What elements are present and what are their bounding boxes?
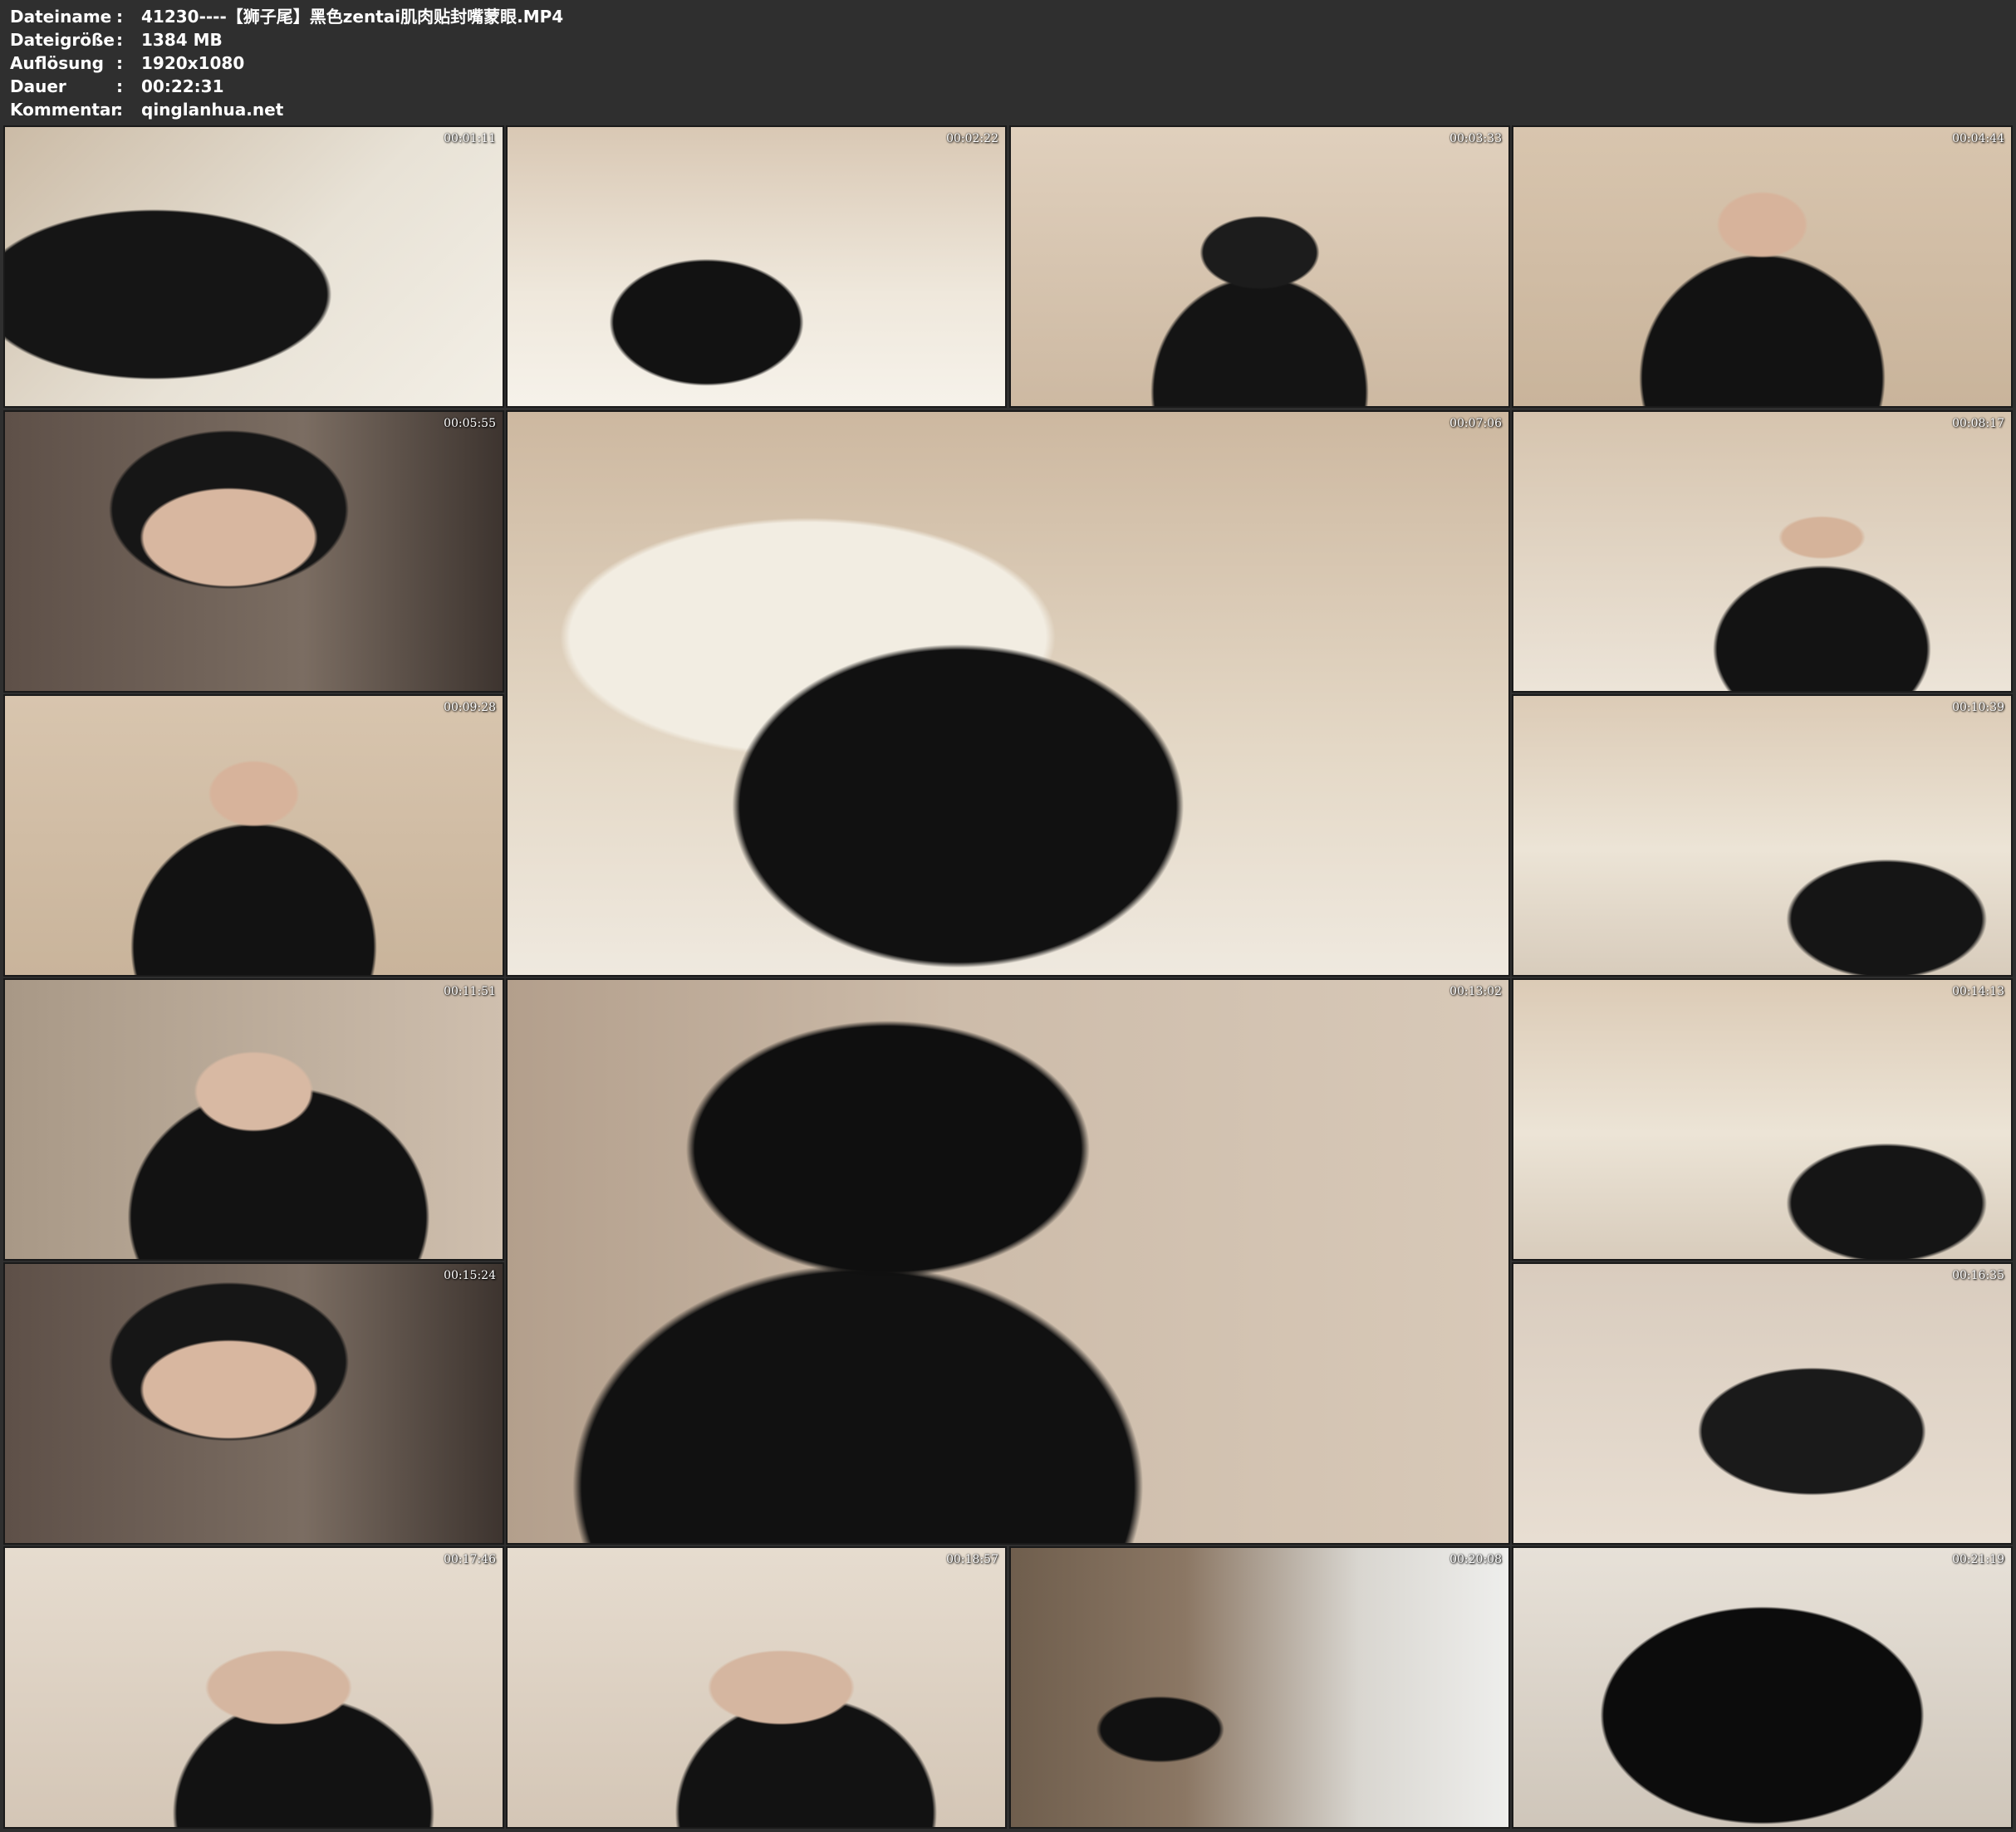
video-thumbnail: 00:14:13 (1513, 980, 2011, 1259)
video-thumbnail: 00:08:17 (1513, 412, 2011, 691)
thumbnail-image (508, 1548, 1005, 1827)
info-row-duration: Dauer:00:22:31 (10, 75, 224, 98)
info-value: 1920x1080 (141, 53, 245, 73)
video-thumbnail: 00:13:02 (508, 980, 1508, 1543)
video-thumbnail: 00:15:24 (5, 1264, 503, 1543)
video-thumbnail: 00:17:46 (5, 1548, 503, 1827)
info-separator: : (116, 7, 123, 27)
thumbnail-timestamp: 00:01:11 (444, 132, 496, 145)
info-row-filesize: Dateigröße:1384 MB (10, 28, 223, 51)
thumbnail-timestamp: 00:08:17 (1952, 417, 2004, 430)
video-thumbnail: 00:09:28 (5, 696, 503, 975)
thumbnail-timestamp: 00:04:44 (1952, 132, 2004, 145)
info-value: qinglanhua.net (141, 100, 284, 120)
thumbnail-timestamp: 00:10:39 (1952, 701, 2004, 714)
thumbnail-image (1011, 1548, 1508, 1827)
info-key: Dateigröße (10, 30, 115, 50)
thumbnail-timestamp: 00:20:08 (1449, 1553, 1502, 1566)
thumbnail-image (5, 412, 503, 691)
info-key: Auflösung (10, 53, 104, 73)
file-info-header: Dateiname:41230----【狮子尾】黑色zentai肌肉贴封嘴蒙眼.… (0, 0, 2016, 125)
thumbnail-image (1513, 1264, 2011, 1543)
info-separator: : (116, 76, 123, 96)
info-value: 00:22:31 (141, 76, 224, 96)
info-separator: : (116, 100, 123, 120)
video-thumbnail: 00:21:19 (1513, 1548, 2011, 1827)
thumbnail-timestamp: 00:16:35 (1952, 1269, 2004, 1282)
thumbnail-timestamp: 00:09:28 (444, 701, 496, 714)
info-value: 1384 MB (141, 30, 223, 50)
thumbnail-timestamp: 00:07:06 (1449, 417, 1502, 430)
thumbnail-image (5, 1264, 503, 1543)
info-row-comment: Kommentar: qinglanhua.net (10, 98, 283, 121)
thumbnail-image (508, 412, 1508, 975)
thumbnail-timestamp: 00:14:13 (1952, 985, 2004, 998)
info-row-filename: Dateiname:41230----【狮子尾】黑色zentai肌肉贴封嘴蒙眼.… (10, 5, 563, 28)
info-separator: : (116, 53, 123, 73)
thumbnail-image (5, 980, 503, 1259)
thumbnail-timestamp: 00:15:24 (444, 1269, 496, 1282)
thumbnail-image (1513, 980, 2011, 1259)
thumbnail-image (5, 696, 503, 975)
video-thumbnail: 00:16:35 (1513, 1264, 2011, 1543)
info-separator: : (116, 30, 123, 50)
thumbnail-timestamp: 00:02:22 (946, 132, 998, 145)
thumbnail-timestamp: 00:17:46 (444, 1553, 496, 1566)
info-row-resolution: Auflösung:1920x1080 (10, 51, 244, 75)
video-thumbnail: 00:18:57 (508, 1548, 1005, 1827)
thumbnail-timestamp: 00:21:19 (1952, 1553, 2004, 1566)
video-thumbnail: 00:02:22 (508, 127, 1005, 406)
thumbnail-image (5, 127, 503, 406)
video-thumbnail: 00:20:08 (1011, 1548, 1508, 1827)
video-thumbnail: 00:04:44 (1513, 127, 2011, 406)
thumbnail-image (1513, 1548, 2011, 1827)
video-thumbnail: 00:05:55 (5, 412, 503, 691)
thumbnail-image (1011, 127, 1508, 406)
thumbnail-image (1513, 412, 2011, 691)
thumbnail-timestamp: 00:18:57 (946, 1553, 998, 1566)
thumbnail-timestamp: 00:03:33 (1449, 132, 1502, 145)
video-thumbnail: 00:03:33 (1011, 127, 1508, 406)
info-value: 41230----【狮子尾】黑色zentai肌肉贴封嘴蒙眼.MP4 (141, 7, 564, 27)
info-key: Kommentar (10, 100, 120, 120)
video-thumbnail: 00:11:51 (5, 980, 503, 1259)
thumbnail-image (508, 980, 1508, 1543)
thumbnail-image (508, 127, 1005, 406)
video-thumbnail: 00:07:06 (508, 412, 1508, 975)
thumbnail-image (1513, 696, 2011, 975)
thumbnail-image (1513, 127, 2011, 406)
info-key: Dateiname (10, 7, 112, 27)
thumbnail-image (5, 1548, 503, 1827)
thumbnail-timestamp: 00:13:02 (1449, 985, 1502, 998)
video-thumbnail: 00:10:39 (1513, 696, 2011, 975)
video-thumbnail: 00:01:11 (5, 127, 503, 406)
thumbnail-timestamp: 00:11:51 (444, 985, 496, 998)
info-key: Dauer (10, 76, 66, 96)
thumbnail-timestamp: 00:05:55 (444, 417, 496, 430)
